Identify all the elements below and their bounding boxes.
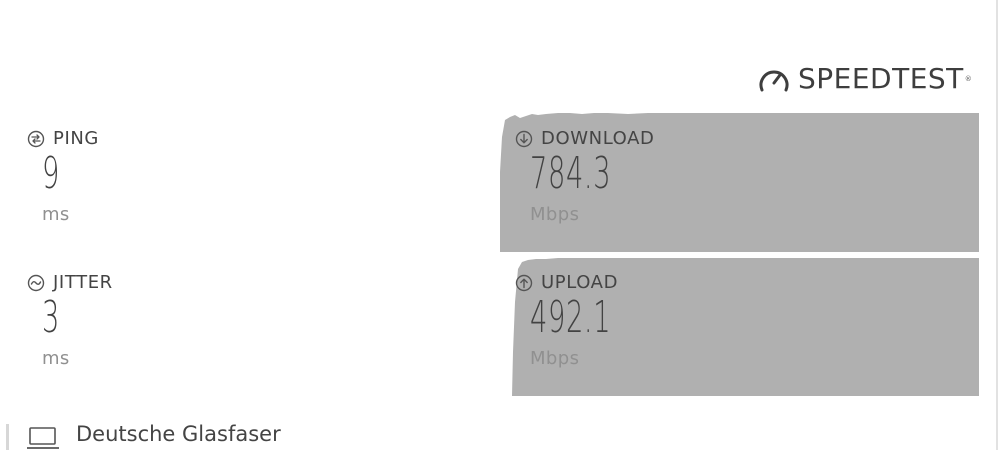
right-divider: [996, 0, 998, 450]
upload-metric: UPLOAD 492.1 Mbps: [515, 272, 619, 369]
brand-name: SPEEDTEST®: [798, 62, 973, 95]
ping-value: 9: [42, 148, 60, 199]
speedtest-logo: SPEEDTEST®: [758, 64, 972, 94]
jitter-value: 3: [42, 292, 60, 343]
jitter-label: JITTER: [53, 272, 113, 293]
upload-unit: Mbps: [530, 348, 580, 369]
jitter-metric: JITTER 3 ms: [27, 272, 113, 369]
download-arrow-icon: [515, 130, 533, 148]
jitter-unit: ms: [42, 348, 70, 369]
ping-metric: PING 9 ms: [27, 128, 99, 225]
upload-arrow-icon: [515, 274, 533, 292]
isp-name: Deutsche Glasfaser: [76, 422, 281, 446]
ping-unit: ms: [42, 204, 70, 225]
laptop-icon: [27, 427, 59, 449]
upload-value: 492.1: [530, 292, 612, 343]
jitter-icon: [27, 274, 45, 292]
ping-icon: [27, 130, 45, 148]
upload-label: UPLOAD: [541, 272, 619, 293]
download-value: 784.3: [530, 148, 612, 199]
isp-divider: [6, 424, 9, 450]
ping-label: PING: [53, 128, 99, 149]
download-metric: DOWNLOAD 784.3 Mbps: [515, 128, 655, 225]
gauge-icon: [759, 70, 789, 92]
download-unit: Mbps: [530, 204, 580, 225]
download-label: DOWNLOAD: [541, 128, 655, 149]
